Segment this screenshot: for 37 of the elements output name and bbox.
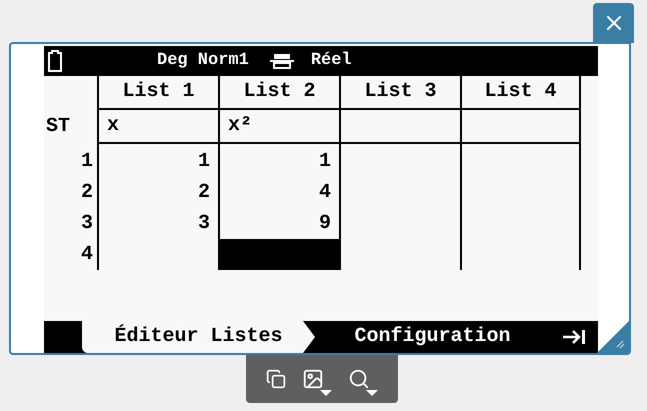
list-cell[interactable]: 1 [97,146,218,177]
list-cell[interactable] [460,177,581,208]
caret-icon [366,390,378,396]
caret-icon [320,390,332,396]
row-label: ST [45,114,72,140]
list-cell[interactable] [460,146,581,177]
list-cell[interactable]: 3 [97,208,218,239]
column-header[interactable]: List 3 [339,76,460,110]
menu-tab[interactable]: Éditeur Listes [82,321,315,353]
formula-cell[interactable] [460,110,581,144]
formula-cell[interactable]: x² [218,110,339,144]
copy-button[interactable] [266,369,286,389]
close-button[interactable] [593,3,634,43]
column-header[interactable]: List 1 [97,76,218,110]
display-icon [268,53,295,69]
image-icon [302,368,324,390]
search-icon [348,368,370,390]
formula-cell[interactable]: x [97,110,218,144]
list-cell[interactable]: 2 [97,177,218,208]
number-format-text: Réel [310,50,352,72]
jump-to-end-icon [562,329,586,345]
list-cell[interactable]: 1 [218,146,339,177]
row-number: 2 [80,180,94,206]
row-number: 3 [80,210,94,236]
list-cell[interactable]: 4 [218,177,339,208]
row-number: 4 [80,242,94,268]
resize-handle-icon[interactable] [597,321,629,353]
list-cell[interactable] [218,239,339,270]
row-number: 1 [80,148,94,174]
column-header[interactable]: List 2 [218,76,339,110]
column-header[interactable]: List 4 [460,76,581,110]
list-cell[interactable] [460,239,581,270]
battery-icon [48,50,62,72]
list-cell[interactable] [460,208,581,239]
copy-icon [266,369,286,389]
formula-cell[interactable] [339,110,460,144]
angle-mode-text: Deg Norm1 [157,50,249,72]
